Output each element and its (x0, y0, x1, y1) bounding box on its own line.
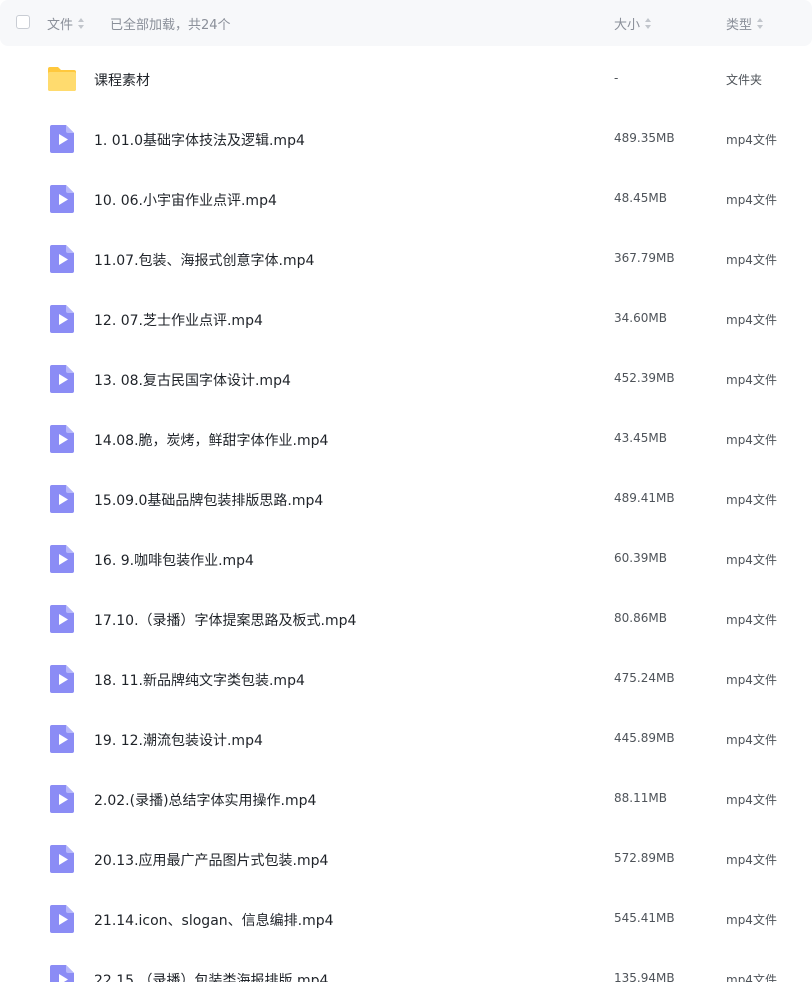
file-size: 48.45MB (614, 191, 667, 205)
select-all-checkbox[interactable] (16, 15, 30, 29)
file-type: mp4文件 (726, 973, 777, 982)
video-file-icon (47, 484, 77, 514)
file-row[interactable]: 18. 11.新品牌纯文字类包装.mp4 475.24MB mp4文件 (0, 650, 812, 710)
video-file-icon (47, 844, 77, 874)
video-file-icon (47, 304, 77, 334)
file-size: 452.39MB (614, 371, 675, 385)
video-file-icon (47, 784, 77, 814)
file-name[interactable]: 16. 9.咖啡包装作业.mp4 (94, 550, 254, 570)
file-size: 445.89MB (614, 731, 675, 745)
column-header-size-label: 大小 (614, 18, 641, 33)
column-header-type-label: 类型 (726, 18, 753, 33)
file-type: mp4文件 (726, 493, 777, 507)
video-file-icon (47, 424, 77, 454)
file-type: 文件夹 (726, 73, 763, 87)
video-file-icon (47, 124, 77, 154)
file-size: 60.39MB (614, 551, 667, 565)
loaded-count-text: 已全部加载，共24个 (110, 18, 231, 33)
file-name[interactable]: 12. 07.芝士作业点评.mp4 (94, 310, 263, 330)
file-name[interactable]: 22.15.（录播）包装类海报排版.mp4 (94, 970, 328, 982)
file-name[interactable]: 19. 12.潮流包装设计.mp4 (94, 730, 263, 750)
file-row[interactable]: 19. 12.潮流包装设计.mp4 445.89MB mp4文件 (0, 710, 812, 770)
file-size: 88.11MB (614, 791, 667, 805)
file-name[interactable]: 15.09.0基础品牌包装排版思路.mp4 (94, 490, 323, 510)
file-row[interactable]: 10. 06.小宇宙作业点评.mp4 48.45MB mp4文件 (0, 170, 812, 230)
file-type: mp4文件 (726, 553, 777, 567)
column-header-size[interactable]: 大小 (614, 14, 652, 33)
file-row[interactable]: 课程素材 - 文件夹 (0, 50, 812, 110)
file-name[interactable]: 11.07.包装、海报式创意字体.mp4 (94, 250, 314, 270)
video-file-icon (47, 544, 77, 574)
file-type: mp4文件 (726, 673, 777, 687)
file-type: mp4文件 (726, 733, 777, 747)
file-name[interactable]: 21.14.icon、slogan、信息编排.mp4 (94, 910, 334, 930)
video-file-icon (47, 184, 77, 214)
column-header-name-label: 文件 (47, 18, 74, 33)
file-name[interactable]: 2.02.(录播)总结字体实用操作.mp4 (94, 790, 316, 810)
file-row[interactable]: 17.10.（录播）字体提案思路及板式.mp4 80.86MB mp4文件 (0, 590, 812, 650)
file-size: 545.41MB (614, 911, 675, 925)
folder-icon (47, 64, 77, 94)
file-type: mp4文件 (726, 793, 777, 807)
video-file-icon (47, 904, 77, 934)
file-row[interactable]: 14.08.脆，炭烤，鲜甜字体作业.mp4 43.45MB mp4文件 (0, 410, 812, 470)
video-file-icon (47, 664, 77, 694)
video-file-icon (47, 364, 77, 394)
file-size: 80.86MB (614, 611, 667, 625)
file-type: mp4文件 (726, 253, 777, 267)
file-row[interactable]: 22.15.（录播）包装类海报排版.mp4 135.94MB mp4文件 (0, 950, 812, 982)
file-row[interactable]: 16. 9.咖啡包装作业.mp4 60.39MB mp4文件 (0, 530, 812, 590)
video-file-icon (47, 244, 77, 274)
file-type: mp4文件 (726, 193, 777, 207)
file-name[interactable]: 20.13.应用最广产品图片式包装.mp4 (94, 850, 328, 870)
file-size: 135.94MB (614, 971, 675, 982)
file-type: mp4文件 (726, 913, 777, 927)
file-row[interactable]: 1. 01.0基础字体技法及逻辑.mp4 489.35MB mp4文件 (0, 110, 812, 170)
file-type: mp4文件 (726, 373, 777, 387)
file-type: mp4文件 (726, 313, 777, 327)
file-size: - (614, 71, 619, 85)
file-row[interactable]: 2.02.(录播)总结字体实用操作.mp4 88.11MB mp4文件 (0, 770, 812, 830)
video-file-icon (47, 724, 77, 754)
file-type: mp4文件 (726, 853, 777, 867)
file-name[interactable]: 13. 08.复古民国字体设计.mp4 (94, 370, 291, 390)
file-size: 489.41MB (614, 491, 675, 505)
file-name[interactable]: 1. 01.0基础字体技法及逻辑.mp4 (94, 130, 305, 150)
file-name[interactable]: 17.10.（录播）字体提案思路及板式.mp4 (94, 610, 356, 630)
file-row[interactable]: 13. 08.复古民国字体设计.mp4 452.39MB mp4文件 (0, 350, 812, 410)
file-name[interactable]: 18. 11.新品牌纯文字类包装.mp4 (94, 670, 305, 690)
file-size: 475.24MB (614, 671, 675, 685)
file-type: mp4文件 (726, 433, 777, 447)
file-size: 572.89MB (614, 851, 675, 865)
file-row[interactable]: 11.07.包装、海报式创意字体.mp4 367.79MB mp4文件 (0, 230, 812, 290)
sort-icon (757, 18, 764, 29)
column-header-type[interactable]: 类型 (726, 14, 764, 33)
file-type: mp4文件 (726, 613, 777, 627)
sort-icon (645, 18, 652, 29)
file-row[interactable]: 15.09.0基础品牌包装排版思路.mp4 489.41MB mp4文件 (0, 470, 812, 530)
file-row[interactable]: 12. 07.芝士作业点评.mp4 34.60MB mp4文件 (0, 290, 812, 350)
file-row[interactable]: 21.14.icon、slogan、信息编排.mp4 545.41MB mp4文件 (0, 890, 812, 950)
column-header-name[interactable]: 文件 (47, 14, 85, 33)
file-size: 489.35MB (614, 131, 675, 145)
video-file-icon (47, 964, 77, 982)
file-size: 43.45MB (614, 431, 667, 445)
file-row[interactable]: 20.13.应用最广产品图片式包装.mp4 572.89MB mp4文件 (0, 830, 812, 890)
file-size: 34.60MB (614, 311, 667, 325)
file-list: 课程素材 - 文件夹 1. 01.0基础字体技法及逻辑.mp4 489.35MB mp4文… (0, 50, 812, 982)
file-size: 367.79MB (614, 251, 675, 265)
file-type: mp4文件 (726, 133, 777, 147)
file-list-page: 文件 已全部加载，共24个 大小 类型 课程素材 - 文件夹 1. 01.0基础字体技… (0, 0, 812, 982)
file-list-header: 文件 已全部加载，共24个 大小 类型 (0, 0, 812, 46)
file-name[interactable]: 14.08.脆，炭烤，鲜甜字体作业.mp4 (94, 430, 328, 450)
file-name[interactable]: 10. 06.小宇宙作业点评.mp4 (94, 190, 277, 210)
file-name[interactable]: 课程素材 (94, 70, 150, 90)
video-file-icon (47, 604, 77, 634)
sort-icon (78, 18, 85, 29)
